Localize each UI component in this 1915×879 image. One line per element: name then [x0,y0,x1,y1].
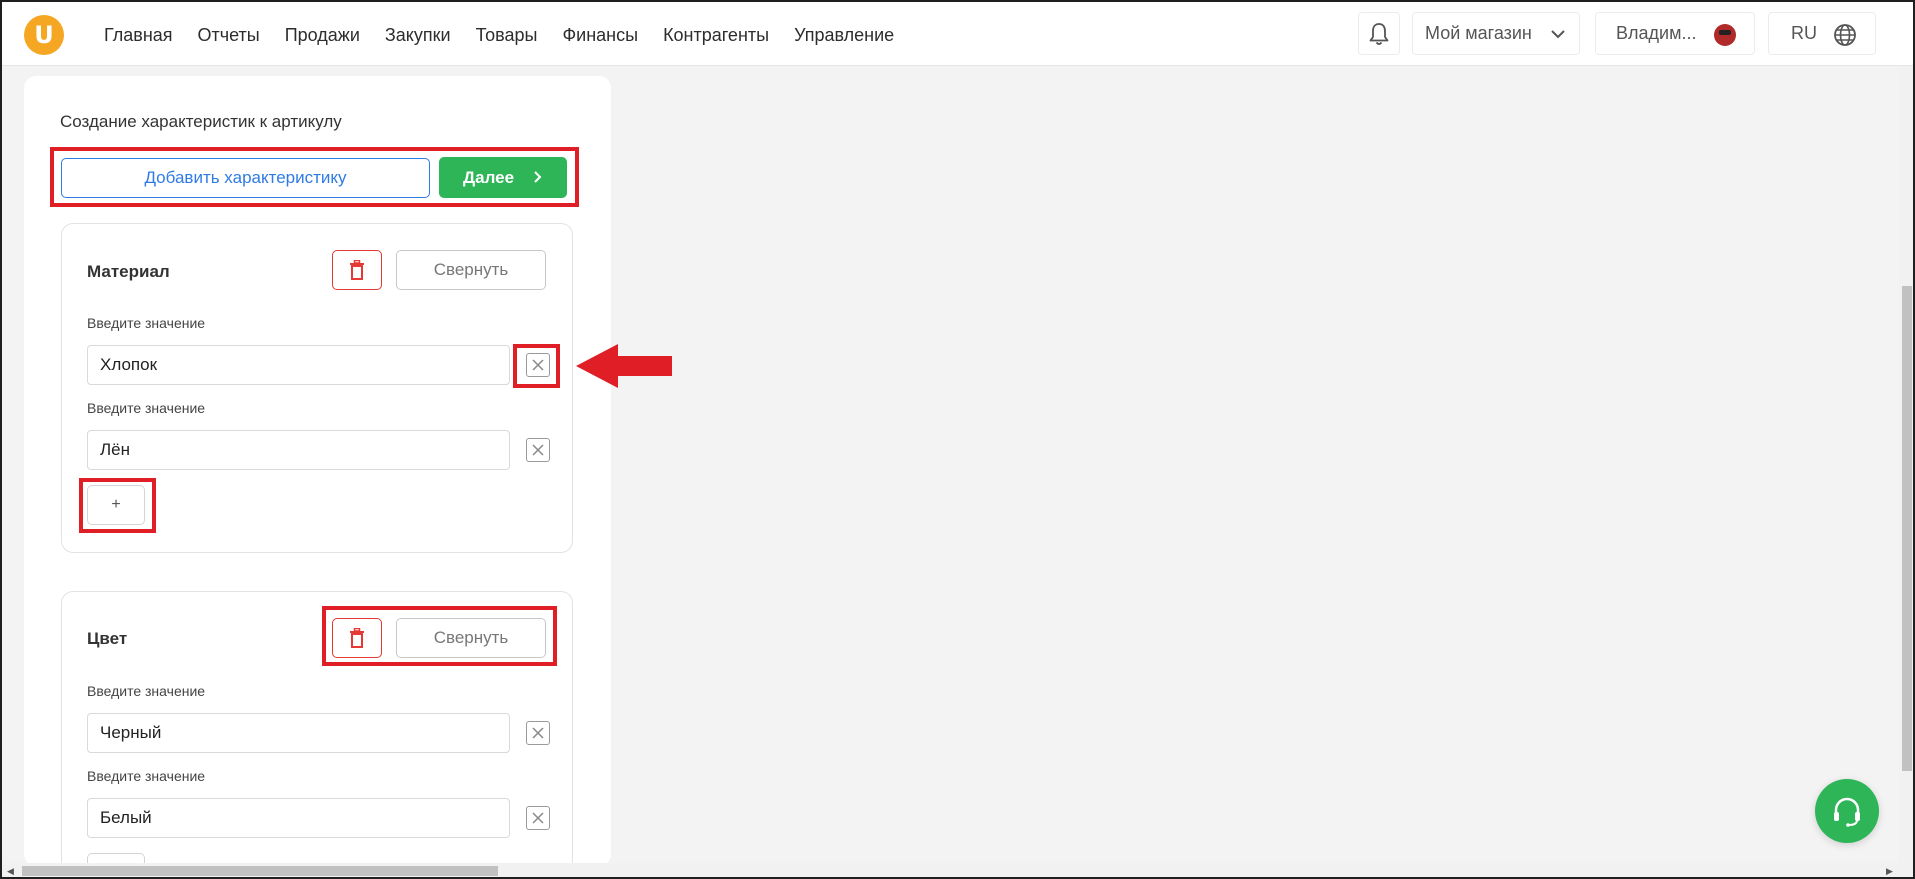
next-button[interactable]: Далее [439,157,567,198]
nav-item-home[interactable]: Главная [104,24,173,46]
value-label: Введите значение [87,400,206,416]
avatar [1714,24,1736,46]
add-value-button[interactable]: + [87,485,145,525]
nav-item-contractors[interactable]: Контрагенты [663,24,769,46]
shop-name: Мой магазин [1425,23,1532,43]
scrollbar-thumb[interactable] [1902,286,1912,771]
card-title: Цвет [87,629,128,648]
remove-value-button[interactable] [526,806,550,830]
nav-item-finance[interactable]: Финансы [562,24,638,46]
characteristics-panel: Создание характеристик к артикулу Добави… [24,76,611,866]
nav-item-products[interactable]: Товары [476,24,538,46]
add-characteristic-button[interactable]: Добавить характеристику [61,158,430,198]
close-icon [532,359,544,371]
scroll-left-icon[interactable]: ◀ [7,866,14,877]
scrollbar-thumb[interactable] [22,866,498,876]
chevron-right-icon [534,171,542,183]
nav-item-purchases[interactable]: Закупки [385,24,451,46]
globe-icon [1834,24,1856,46]
value-input[interactable] [87,798,510,838]
close-icon [532,444,544,456]
headset-icon [1834,797,1860,827]
app-frame: U Главная Отчеты Продажи Закупки Товары … [0,0,1915,879]
value-label: Введите значение [87,683,206,699]
next-button-label: Далее [463,167,515,187]
pointer-arrow-icon [576,344,672,388]
trash-icon [350,260,364,280]
remove-value-button[interactable] [526,438,550,462]
user-name: Владим... [1616,23,1697,43]
characteristic-card-color: Цвет Свернуть Введите значение Введите з… [61,591,573,866]
chevron-down-icon [1551,30,1565,39]
shop-selector[interactable]: Мой магазин [1412,12,1580,55]
value-input[interactable] [87,345,510,385]
remove-value-button[interactable] [526,353,550,377]
user-menu[interactable]: Владим... [1595,12,1755,55]
delete-button[interactable] [332,250,382,290]
value-input[interactable] [87,430,510,470]
remove-value-button[interactable] [526,721,550,745]
close-icon [532,812,544,824]
panel-title: Создание характеристик к артикулу [60,112,342,131]
close-icon [532,727,544,739]
scroll-right-icon[interactable]: ▶ [1886,866,1893,877]
top-header: U Главная Отчеты Продажи Закупки Товары … [2,2,1913,66]
nav-item-reports[interactable]: Отчеты [198,24,260,46]
notifications-button[interactable] [1358,12,1400,55]
support-chat-button[interactable] [1815,779,1879,843]
trash-icon [350,628,364,648]
language-code: RU [1791,23,1817,43]
nav-item-sales[interactable]: Продажи [285,24,360,46]
collapse-button[interactable]: Свернуть [396,250,546,290]
card-title: Материал [87,262,170,281]
collapse-button[interactable]: Свернуть [396,618,546,658]
vertical-scrollbar[interactable] [1899,66,1913,866]
nav-item-management[interactable]: Управление [794,24,894,46]
logo-icon[interactable]: U [24,15,64,55]
value-label: Введите значение [87,768,206,784]
characteristic-card-material: Материал Свернуть Введите значение Введи… [61,223,573,553]
value-input[interactable] [87,713,510,753]
language-selector[interactable]: RU [1768,12,1876,55]
delete-button[interactable] [332,618,382,658]
horizontal-scrollbar[interactable]: ◀ ▶ [2,863,1913,877]
bell-icon [1369,22,1389,45]
value-label: Введите значение [87,315,206,331]
main-nav: Главная Отчеты Продажи Закупки Товары Фи… [104,24,919,46]
